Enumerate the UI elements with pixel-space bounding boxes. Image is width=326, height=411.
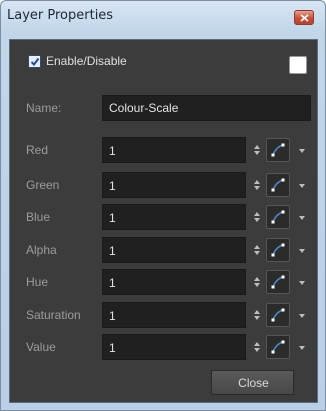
window-close-button[interactable] — [294, 10, 314, 25]
green-function-button[interactable] — [266, 173, 290, 197]
chevron-down-icon[interactable] — [295, 278, 309, 288]
green-field[interactable]: 1 — [102, 172, 246, 198]
spin-arrows-icon[interactable] — [253, 144, 261, 156]
name-value: Colour-Scale — [109, 101, 179, 115]
hue-function-button[interactable] — [266, 270, 290, 294]
hue-value: 1 — [109, 276, 116, 290]
function-curve-icon — [271, 243, 285, 257]
green-label: Green — [26, 178, 60, 192]
function-curve-icon — [271, 308, 285, 322]
red-value: 1 — [109, 144, 116, 158]
name-label: Name: — [26, 101, 62, 115]
window-title: Layer Properties — [7, 8, 114, 23]
value-field[interactable]: 1 — [102, 334, 246, 360]
blue-function-button[interactable] — [266, 205, 290, 229]
close-icon — [300, 14, 309, 22]
color-swatch[interactable] — [289, 56, 307, 74]
saturation-field[interactable]: 1 — [102, 302, 246, 328]
spin-arrows-icon[interactable] — [253, 211, 261, 223]
alpha-value: 1 — [109, 244, 116, 258]
spin-arrows-icon[interactable] — [253, 276, 261, 288]
title-bar[interactable]: Layer Properties — [1, 1, 325, 31]
layer-properties-window: Layer Properties Enable/Disable Name: Co… — [0, 0, 326, 411]
enable-label: Enable/Disable — [46, 54, 127, 68]
hue-label: Hue — [26, 275, 49, 289]
spin-arrows-icon[interactable] — [253, 309, 261, 321]
spin-arrows-icon[interactable] — [253, 179, 261, 191]
saturation-label: Saturation — [26, 308, 81, 322]
red-function-button[interactable] — [266, 138, 290, 162]
alpha-field[interactable]: 1 — [102, 237, 246, 263]
close-button[interactable]: Close — [211, 370, 294, 395]
blue-field[interactable]: 1 — [102, 204, 246, 230]
red-label: Red — [26, 143, 49, 157]
chevron-down-icon[interactable] — [295, 343, 309, 353]
spin-arrows-icon[interactable] — [253, 341, 261, 353]
checkmark-icon — [30, 57, 40, 67]
alpha-function-button[interactable] — [266, 238, 290, 262]
function-curve-icon — [271, 210, 285, 224]
chevron-down-icon[interactable] — [295, 213, 309, 223]
function-curve-icon — [271, 340, 285, 354]
hue-field[interactable]: 1 — [102, 269, 246, 295]
red-field[interactable]: 1 — [102, 137, 246, 163]
value-value: 1 — [109, 341, 116, 355]
name-field[interactable]: Colour-Scale — [102, 95, 311, 121]
chevron-down-icon[interactable] — [295, 146, 309, 156]
close-button-label: Close — [238, 376, 269, 390]
value-function-button[interactable] — [266, 335, 290, 359]
function-curve-icon — [271, 275, 285, 289]
alpha-label: Alpha — [26, 243, 57, 257]
saturation-function-button[interactable] — [266, 303, 290, 327]
blue-label: Blue — [26, 210, 51, 224]
green-value: 1 — [109, 179, 116, 193]
function-curve-icon — [271, 143, 285, 157]
chevron-down-icon[interactable] — [295, 311, 309, 321]
saturation-value: 1 — [109, 309, 116, 323]
enable-checkbox[interactable] — [28, 55, 41, 68]
chevron-down-icon[interactable] — [295, 181, 309, 191]
blue-value: 1 — [109, 211, 116, 225]
dialog-body: Enable/Disable Name: Colour-Scale Red 1 … — [9, 39, 318, 403]
chevron-down-icon[interactable] — [295, 246, 309, 256]
value-label: Value — [26, 340, 56, 354]
function-curve-icon — [271, 178, 285, 192]
spin-arrows-icon[interactable] — [253, 244, 261, 256]
